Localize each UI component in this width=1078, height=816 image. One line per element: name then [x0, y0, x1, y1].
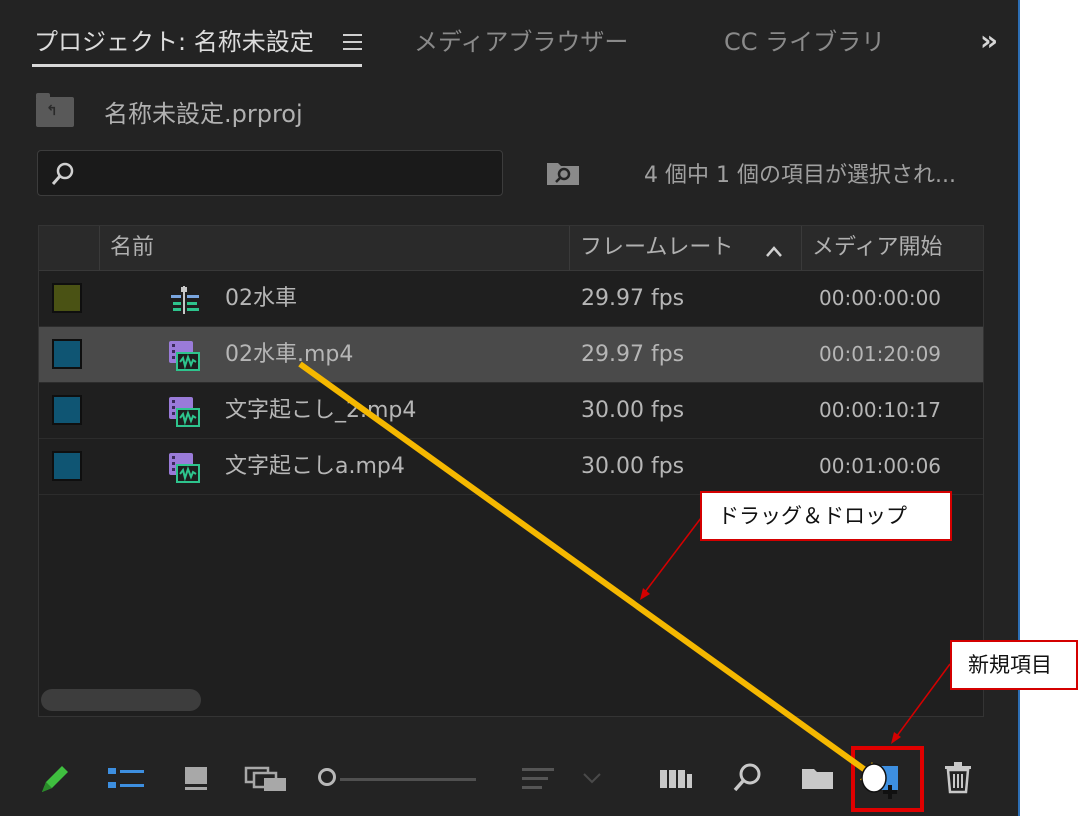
panel-menu-icon[interactable] — [343, 34, 362, 55]
item-frame-rate: 29.97 fps — [581, 342, 685, 367]
new-item-highlight-box — [851, 746, 924, 812]
label-color-swatch[interactable] — [52, 395, 82, 425]
item-media-start: 00:01:00:06 — [819, 454, 942, 478]
label-color-swatch[interactable] — [52, 339, 82, 369]
item-frame-rate: 29.97 fps — [581, 286, 685, 311]
tab-cc-libraries[interactable]: CC ライブラリ — [724, 22, 885, 57]
list-view-icon[interactable] — [106, 760, 146, 796]
sequence-icon — [171, 286, 199, 314]
table-header: 名前 フレームレート メディア開始 — [39, 226, 983, 271]
find-icon[interactable] — [732, 760, 764, 796]
trash-icon[interactable] — [942, 760, 974, 796]
active-tab-indicator — [32, 64, 362, 67]
horizontal-scrollbar[interactable] — [41, 689, 201, 711]
item-media-start: 00:01:20:09 — [819, 342, 942, 366]
label-color-swatch[interactable] — [52, 451, 82, 481]
video-clip-icon — [169, 341, 200, 371]
selection-status: 4 個中 1 個の項目が選択され... — [644, 163, 956, 188]
column-header-media-start[interactable]: メディア開始 — [801, 226, 983, 270]
search-input[interactable] — [37, 150, 503, 196]
column-header-name[interactable]: 名前 — [99, 226, 569, 270]
item-name[interactable]: 02水車.mp4 — [225, 327, 353, 382]
project-file-name: 名称未設定.prproj — [104, 100, 303, 128]
find-in-bin-icon[interactable] — [546, 158, 580, 186]
zoom-slider-knob[interactable] — [318, 768, 336, 786]
sort-ascending-icon — [766, 246, 782, 257]
table-row[interactable]: 02水車 29.97 fps 00:00:00:00 — [39, 271, 983, 327]
item-name[interactable]: 文字起こし_2.mp4 — [225, 383, 416, 438]
drag-drop-callout: ドラッグ＆ドロップ — [700, 491, 952, 541]
new-bin-icon[interactable] — [800, 760, 836, 796]
sort-icon[interactable] — [520, 760, 610, 796]
item-media-start: 00:00:00:00 — [819, 286, 942, 310]
item-frame-rate: 30.00 fps — [581, 454, 685, 479]
tab-overflow-icon[interactable]: » — [980, 24, 998, 57]
item-name[interactable]: 02水車 — [225, 271, 297, 326]
item-media-start: 00:00:10:17 — [819, 398, 942, 422]
search-field[interactable] — [84, 157, 488, 191]
table-row[interactable]: 文字起こしa.mp4 30.00 fps 00:01:00:06 — [39, 439, 983, 495]
zoom-slider[interactable] — [340, 778, 476, 781]
video-clip-icon — [169, 453, 200, 483]
tab-media-browser[interactable]: メディアブラウザー — [414, 22, 628, 57]
icon-view-icon[interactable] — [182, 760, 212, 796]
project-file-icon: ↰ — [36, 93, 74, 127]
item-name[interactable]: 文字起こしa.mp4 — [225, 439, 405, 494]
project-panel: プロジェクト: 名称未設定 メディアブラウザー CC ライブラリ » ↰ 名称未… — [0, 0, 1020, 816]
tab-project[interactable]: プロジェクト: 名称未設定 — [34, 22, 314, 57]
pencil-icon[interactable] — [38, 760, 72, 796]
automate-to-sequence-icon[interactable] — [658, 760, 698, 796]
freeform-view-icon[interactable] — [244, 760, 290, 796]
item-frame-rate: 30.00 fps — [581, 398, 685, 423]
table-row[interactable]: 文字起こし_2.mp4 30.00 fps 00:00:10:17 — [39, 383, 983, 439]
video-clip-icon — [169, 397, 200, 427]
label-color-swatch[interactable] — [52, 283, 82, 313]
project-items-table: 名前 フレームレート メディア開始 02水車 29.97 fps 00:00:0… — [38, 225, 984, 717]
panel-tab-bar: プロジェクト: 名称未設定 メディアブラウザー CC ライブラリ » — [0, 0, 1018, 70]
label-column-header[interactable] — [39, 226, 99, 270]
new-item-callout: 新規項目 — [950, 640, 1078, 690]
search-icon — [51, 162, 74, 185]
table-row[interactable]: 02水車.mp4 29.97 fps 00:01:20:09 — [39, 327, 983, 383]
